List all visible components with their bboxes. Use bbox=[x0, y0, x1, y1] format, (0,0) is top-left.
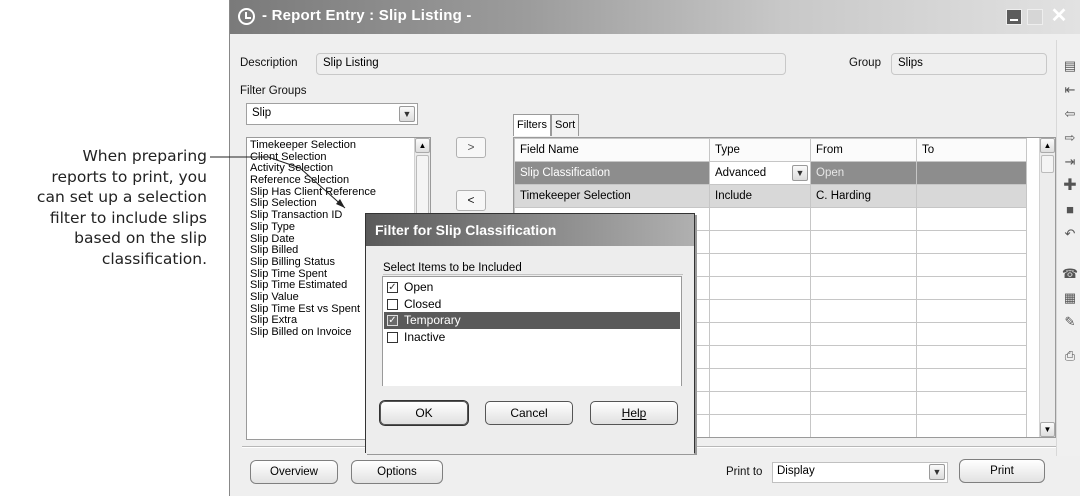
dialog-list-label: Select Items to be Included bbox=[383, 262, 522, 274]
list-item[interactable]: Timekeeper Selection bbox=[250, 140, 412, 152]
from-cell[interactable]: C. Harding bbox=[810, 184, 917, 208]
cancel-button[interactable]: Cancel bbox=[485, 401, 573, 425]
list-item[interactable]: Client Selection bbox=[250, 152, 412, 164]
chevron-down-icon[interactable]: ▼ bbox=[929, 464, 945, 480]
save-icon[interactable]: ■ bbox=[1061, 201, 1079, 219]
type-select[interactable]: Advanced ▼ bbox=[709, 161, 811, 185]
list-item[interactable]: Slip Has Client Reference bbox=[250, 187, 412, 199]
type-value: Advanced bbox=[715, 167, 767, 179]
tab-filters[interactable]: Filters bbox=[513, 114, 551, 136]
minimize-button[interactable] bbox=[1006, 9, 1022, 25]
checkbox-closed[interactable] bbox=[387, 298, 398, 310]
window-title: - Report Entry : Slip Listing - bbox=[262, 7, 472, 24]
close-button[interactable]: ✕ bbox=[1048, 6, 1070, 26]
grid-scrollbar[interactable]: ▲ ▼ bbox=[1039, 138, 1055, 437]
callout-line: filter to include slips bbox=[49, 208, 207, 227]
item-label: Open bbox=[404, 280, 434, 294]
item-label: Closed bbox=[404, 296, 442, 311]
description-field[interactable]: Slip Listing bbox=[316, 53, 786, 75]
chevron-down-icon[interactable]: ▼ bbox=[792, 165, 808, 181]
checkbox-open[interactable]: ✓ bbox=[387, 282, 398, 293]
spelling-icon[interactable]: ✎ bbox=[1061, 313, 1079, 331]
next-record-icon[interactable]: ⇨ bbox=[1061, 129, 1079, 147]
ok-button[interactable]: OK bbox=[380, 401, 468, 425]
group-label: Group bbox=[849, 57, 881, 69]
maximize-button[interactable] bbox=[1027, 9, 1043, 25]
checkbox-temporary[interactable]: ✓ bbox=[387, 315, 398, 326]
callout-line: classification. bbox=[101, 249, 207, 268]
clock-icon bbox=[238, 8, 255, 25]
column-header-to[interactable]: To bbox=[916, 138, 1027, 162]
to-cell[interactable] bbox=[916, 184, 1027, 208]
group-field[interactable]: Slips bbox=[891, 53, 1047, 75]
overview-button[interactable]: Overview bbox=[250, 460, 338, 484]
column-header-type[interactable]: Type bbox=[709, 138, 811, 162]
list-item-open[interactable]: ✓ Open bbox=[384, 279, 680, 296]
dialog-title[interactable]: Filter for Slip Classification bbox=[366, 214, 694, 246]
to-cell[interactable] bbox=[916, 161, 1027, 185]
scroll-up-icon[interactable]: ▲ bbox=[1040, 138, 1055, 153]
title-bar[interactable]: - Report Entry : Slip Listing - ✕ bbox=[230, 0, 1080, 34]
list-item[interactable]: Slip Selection bbox=[250, 198, 412, 210]
list-item[interactable]: Activity Selection bbox=[250, 163, 412, 175]
scroll-down-icon[interactable]: ▼ bbox=[1040, 422, 1055, 437]
record-toolbar: ▤ ⇤ ⇦ ⇨ ⇥ ✚ ■ ↶ ☎ ▦ ✎ ⎙ bbox=[1056, 40, 1080, 456]
description-label: Description bbox=[240, 57, 298, 69]
print-icon[interactable]: ⎙ bbox=[1061, 347, 1079, 365]
phone-icon[interactable]: ☎ bbox=[1061, 265, 1079, 283]
print-to-label: Print to bbox=[726, 466, 763, 478]
callout-line: based on the slip bbox=[74, 229, 207, 247]
print-button[interactable]: Print bbox=[959, 459, 1045, 483]
divider bbox=[383, 274, 683, 275]
first-record-icon[interactable]: ⇤ bbox=[1061, 81, 1079, 99]
table-row[interactable]: Slip Classification Advanced ▼ Open bbox=[514, 161, 1027, 185]
remove-field-button[interactable]: < bbox=[456, 190, 486, 211]
options-button[interactable]: Options bbox=[351, 460, 443, 484]
list-item-temporary[interactable]: ✓ Temporary bbox=[384, 312, 680, 329]
filter-groups-value: Slip bbox=[252, 107, 272, 119]
last-record-icon[interactable]: ⇥ bbox=[1061, 153, 1079, 171]
list-item-inactive[interactable]: Inactive bbox=[384, 329, 680, 346]
help-button[interactable]: Help bbox=[590, 401, 678, 425]
column-header-from[interactable]: From bbox=[810, 138, 917, 162]
scroll-thumb[interactable] bbox=[1041, 155, 1054, 173]
callout-text: When preparing reports to print, you can… bbox=[0, 146, 207, 269]
scroll-up-icon[interactable]: ▲ bbox=[415, 138, 430, 153]
list-item-closed[interactable]: Closed bbox=[384, 296, 680, 313]
callout-line: When preparing bbox=[82, 147, 207, 165]
filter-groups-select[interactable]: Slip ▼ bbox=[246, 103, 418, 125]
previous-record-icon[interactable]: ⇦ bbox=[1061, 105, 1079, 123]
scroll-thumb[interactable] bbox=[416, 155, 429, 215]
chevron-down-icon[interactable]: ▼ bbox=[399, 106, 415, 122]
item-label: Inactive bbox=[404, 329, 446, 344]
item-label: Temporary bbox=[404, 313, 461, 327]
notes-icon[interactable]: ▤ bbox=[1061, 57, 1079, 75]
callout-line: reports to print, you bbox=[51, 167, 207, 186]
filter-dialog: Filter for Slip Classification Select It… bbox=[365, 213, 695, 454]
dialog-button-bar: OK Cancel Help bbox=[366, 386, 694, 454]
table-row[interactable]: Timekeeper Selection Include C. Harding bbox=[514, 184, 1027, 208]
list-item[interactable]: Reference Selection bbox=[250, 175, 412, 187]
field-name-cell[interactable]: Slip Classification bbox=[514, 161, 710, 185]
tab-sort[interactable]: Sort bbox=[551, 114, 580, 136]
calculator-icon[interactable]: ▦ bbox=[1061, 289, 1079, 307]
checkbox-inactive[interactable] bbox=[387, 331, 398, 343]
from-cell[interactable]: Open bbox=[810, 161, 917, 185]
add-record-icon[interactable]: ✚ bbox=[1061, 177, 1079, 195]
callout-line: can set up a selection bbox=[36, 188, 207, 206]
add-field-button[interactable]: > bbox=[456, 137, 486, 158]
field-name-cell[interactable]: Timekeeper Selection bbox=[514, 184, 710, 208]
print-to-select[interactable]: Display ▼ bbox=[772, 462, 948, 483]
type-cell[interactable]: Include bbox=[709, 184, 811, 208]
print-to-value: Display bbox=[777, 465, 815, 477]
filter-groups-label: Filter Groups bbox=[240, 85, 307, 97]
column-header-field-name[interactable]: Field Name bbox=[514, 138, 710, 162]
undo-icon[interactable]: ↶ bbox=[1061, 225, 1079, 243]
